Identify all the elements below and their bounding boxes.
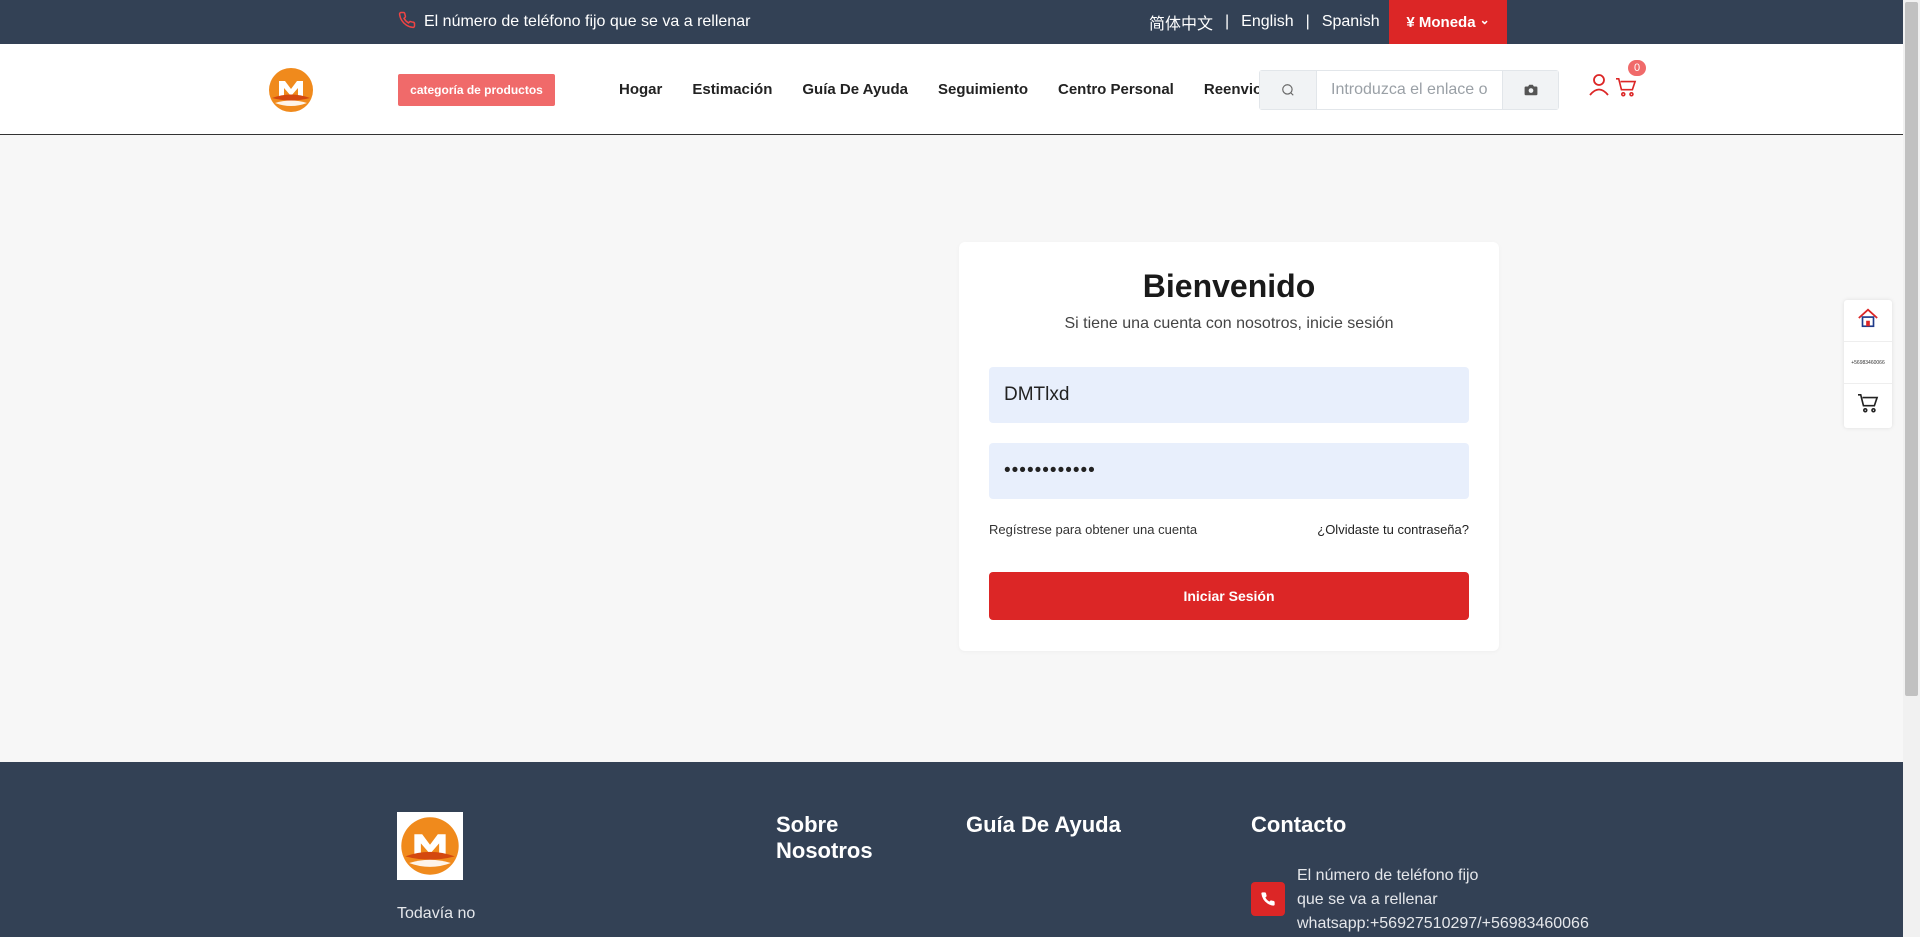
site-footer: Todavía no Sobre Nosotros Guía De Ayuda …	[0, 762, 1903, 937]
lang-zh-link[interactable]: 简体中文	[1149, 10, 1213, 34]
phone-icon	[398, 11, 416, 34]
contact-whatsapp-line: whatsapp:+56927510297/+56983460066	[1297, 915, 1589, 932]
footer-contact-heading: Contacto	[1251, 812, 1347, 837]
search-bar	[1259, 70, 1559, 110]
side-phone-item[interactable]: +56983460066	[1844, 342, 1892, 384]
home-icon	[1857, 307, 1879, 334]
search-input[interactable]	[1317, 71, 1502, 109]
login-card: Bienvenido Si tiene una cuenta con nosot…	[959, 242, 1499, 651]
main-nav: Hogar Estimación Guía De Ayuda Seguimien…	[619, 44, 1262, 135]
nav-item-tracking[interactable]: Seguimiento	[938, 81, 1028, 98]
side-phone-text: +56983460066	[1851, 359, 1885, 366]
user-icon[interactable]	[1589, 74, 1609, 96]
top-bar: El número de teléfono fijo que se va a r…	[0, 0, 1903, 44]
footer-about-text: Todavía no	[397, 905, 476, 922]
login-title: Bienvenido	[1142, 268, 1316, 304]
side-cart-button[interactable]	[1844, 384, 1892, 426]
nav-item-help-guide[interactable]: Guía De Ayuda	[802, 81, 908, 98]
footer-about-heading: Sobre Nosotros	[776, 812, 873, 863]
topbar-phone: El número de teléfono fijo que se va a r…	[398, 0, 750, 44]
lang-en-link[interactable]: English	[1241, 13, 1293, 31]
cart-icon	[1857, 393, 1879, 418]
main-header: categoría de productos Hogar Estimación …	[0, 44, 1903, 135]
footer-logo	[397, 812, 463, 880]
lang-es-link[interactable]: Spanish	[1322, 13, 1380, 31]
site-logo[interactable]	[268, 67, 314, 113]
nav-item-estimate[interactable]: Estimación	[692, 81, 772, 98]
nav-item-forwarding[interactable]: Reenvio	[1204, 81, 1262, 98]
register-link[interactable]: Regístrese para obtener una cuenta	[989, 522, 1197, 537]
lang-separator: |	[1225, 13, 1230, 30]
contact-phone-line: El número de teléfono fijo que se va a r…	[1297, 867, 1479, 908]
footer-contact-text: El número de teléfono fijo que se va a r…	[1297, 864, 1617, 936]
search-icon[interactable]	[1260, 71, 1317, 109]
camera-icon[interactable]	[1502, 71, 1558, 109]
password-field[interactable]	[989, 443, 1469, 499]
language-switcher: 简体中文 | English | Spanish	[1149, 0, 1380, 44]
page-scrollbar[interactable]	[1903, 0, 1920, 937]
side-widget: +56983460066	[1844, 300, 1892, 428]
cart-icon[interactable]	[1615, 77, 1637, 97]
login-subtitle: Si tiene una cuenta con nosotros, inicie…	[1064, 315, 1394, 332]
forgot-password-link[interactable]: ¿Olvidaste tu contraseña?	[1317, 522, 1469, 537]
username-field[interactable]	[989, 367, 1469, 423]
cart-count-badge: 0	[1628, 60, 1646, 76]
currency-dropdown[interactable]: ¥ Moneda ⌄	[1389, 0, 1507, 44]
currency-label: ¥ Moneda	[1406, 13, 1476, 31]
nav-item-home[interactable]: Hogar	[619, 81, 662, 98]
topbar-phone-text: El número de teléfono fijo que se va a r…	[424, 13, 751, 30]
lang-separator: |	[1305, 13, 1310, 30]
footer-help-heading: Guía De Ayuda	[966, 812, 1121, 837]
category-button[interactable]: categoría de productos	[398, 74, 555, 106]
scrollbar-thumb[interactable]	[1905, 2, 1918, 696]
login-button[interactable]: Iniciar Sesión	[989, 572, 1469, 620]
nav-item-personal-center[interactable]: Centro Personal	[1058, 81, 1174, 98]
side-home-button[interactable]	[1844, 300, 1892, 342]
phone-icon	[1251, 882, 1285, 916]
chevron-down-icon: ⌄	[1479, 13, 1490, 27]
